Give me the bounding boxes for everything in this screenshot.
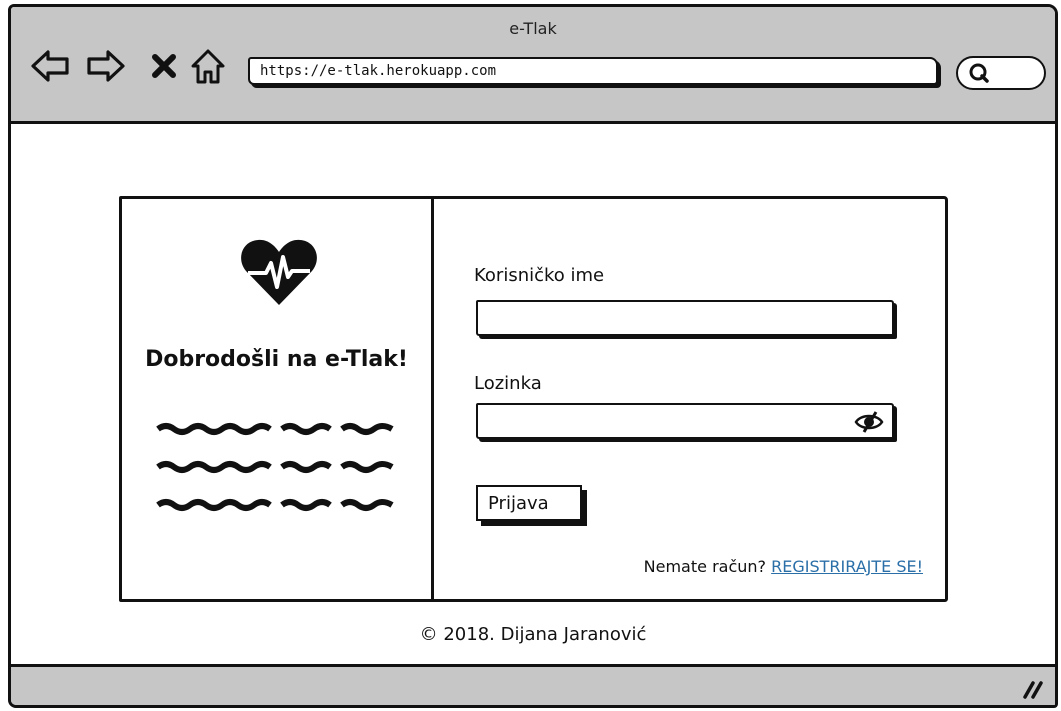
register-row: Nemate račun? REGISTRIRAJTE SE! bbox=[644, 557, 923, 576]
heart-pulse-icon bbox=[241, 239, 317, 305]
footer-copyright: © 2018. Dijana Jaranović bbox=[419, 624, 647, 645]
page-content: Dobrodošli na e-Tlak! Korisničko ime Loz… bbox=[11, 124, 1055, 667]
home-icon bbox=[191, 49, 225, 84]
search-icon bbox=[969, 63, 989, 83]
stop-button[interactable] bbox=[143, 45, 185, 87]
welcome-heading: Dobrodošli na e-Tlak! bbox=[145, 347, 408, 372]
placeholder-text-line bbox=[156, 423, 394, 435]
forward-button[interactable] bbox=[85, 45, 127, 87]
window-title: e-Tlak bbox=[509, 19, 557, 38]
placeholder-text-line bbox=[156, 499, 394, 511]
address-bar[interactable]: https://e-tlak.herokuapp.com bbox=[248, 57, 938, 85]
resize-grip-icon[interactable] bbox=[1019, 675, 1047, 701]
password-label: Lozinka bbox=[474, 373, 542, 394]
back-button[interactable] bbox=[29, 45, 71, 87]
register-link[interactable]: REGISTRIRAJTE SE! bbox=[771, 557, 923, 576]
browser-toolbar: e-Tlak https://e-tlak.herokuapp.com bbox=[11, 7, 1055, 124]
arrow-right-icon bbox=[87, 50, 125, 82]
home-button[interactable] bbox=[187, 45, 229, 87]
login-card: Dobrodošli na e-Tlak! Korisničko ime Loz… bbox=[119, 196, 948, 602]
username-field[interactable] bbox=[476, 300, 894, 336]
login-button[interactable]: Prijava bbox=[476, 485, 582, 521]
search-button[interactable] bbox=[956, 56, 1046, 90]
placeholder-text-line bbox=[156, 461, 394, 473]
password-field[interactable] bbox=[476, 403, 894, 439]
welcome-panel: Dobrodošli na e-Tlak! bbox=[122, 199, 434, 599]
close-icon bbox=[152, 54, 176, 78]
browser-window: e-Tlak https://e-tlak.herokuapp.com Dobr… bbox=[8, 4, 1058, 708]
username-label: Korisničko ime bbox=[474, 265, 605, 286]
status-bar bbox=[11, 664, 1055, 705]
address-url: https://e-tlak.herokuapp.com bbox=[260, 63, 497, 79]
login-form: Korisničko ime Lozinka Prijava Nemate ra… bbox=[434, 199, 945, 599]
arrow-left-icon bbox=[31, 50, 69, 82]
eye-hidden-icon[interactable] bbox=[854, 410, 884, 434]
register-prompt: Nemate račun? bbox=[643, 557, 767, 576]
